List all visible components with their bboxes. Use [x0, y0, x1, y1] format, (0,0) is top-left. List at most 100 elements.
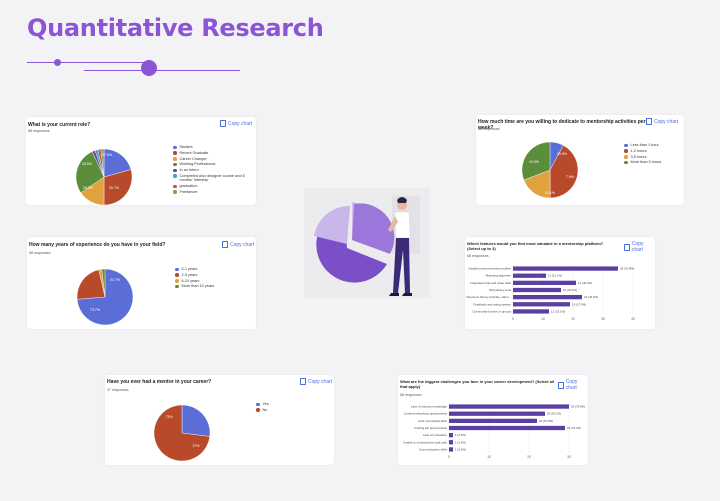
bar	[449, 418, 537, 423]
legend-item: Yes	[256, 402, 296, 406]
slice-label: 73.7%	[90, 308, 100, 312]
card-valuable-features: Which features would you find most valua…	[465, 237, 655, 329]
legend-item: More than 10 years	[175, 284, 245, 289]
response-count: 37 responses	[107, 388, 129, 392]
copy-icon	[220, 120, 226, 127]
response-count: 58 responses	[29, 251, 51, 255]
bar	[449, 404, 569, 409]
legend-item: Working Professional	[173, 162, 253, 167]
tick-label: 30	[567, 455, 571, 459]
bar	[513, 266, 618, 271]
category-label: Lack of practical skills	[418, 419, 448, 423]
bar	[449, 411, 545, 416]
tick-label: 0	[448, 455, 450, 459]
data-label: 23 (44.2%)	[584, 295, 598, 299]
legend-item: 3-5 hours	[624, 155, 684, 159]
decorative-dot-large	[141, 60, 157, 76]
legend-item: 2-5 years	[175, 273, 245, 277]
pie-chart-role: 20.7% 29.3% 15.5% 27.6%	[75, 148, 133, 205]
category-label: Limited networking opportunities	[404, 412, 448, 416]
copy-icon	[222, 241, 228, 248]
card-current-role: What is your current role? 58 responses …	[26, 117, 256, 205]
data-label: 1 (2.6%)	[455, 447, 466, 451]
decorative-dot-small	[54, 59, 61, 66]
pie-chart-illustration	[304, 188, 430, 298]
tick-label: 0	[512, 317, 514, 321]
data-label: 21 (40.4%)	[578, 281, 592, 285]
slice-label: 22.7%	[110, 278, 120, 282]
copy-chart-button[interactable]: Copy chart	[646, 118, 678, 125]
legend-item: Recent Graduate	[173, 151, 253, 155]
data-label: 19 (37.5%)	[572, 302, 586, 306]
decorative-line-top	[27, 62, 152, 63]
legend-item: Career Changer	[173, 157, 253, 161]
bar	[513, 287, 561, 293]
legend: Yes No	[256, 402, 296, 414]
data-label: 35 (70.8%)	[620, 267, 634, 271]
legend-item: No	[256, 408, 296, 412]
legend-item: 0-1 years	[175, 267, 245, 271]
data-label: 1 (2.6%)	[455, 440, 466, 444]
category-label: Community forums or groups	[472, 309, 511, 313]
legend-item: Completed a/ux designer course and 6 mon…	[173, 174, 253, 183]
legend: 0-1 years 2-5 years 6-10 years More than…	[175, 267, 245, 290]
decorative-line-bottom	[84, 70, 240, 71]
category-label: Integrated chat and video calls	[470, 281, 511, 285]
copy-icon	[646, 118, 652, 125]
legend-item: In an Intern	[173, 168, 253, 173]
data-label: 24 (63.2%)	[547, 412, 561, 416]
legend: Student Recent Graduate Career Changer W…	[173, 145, 253, 196]
bar	[449, 425, 565, 431]
question-title: Have you ever had a mentor in your caree…	[107, 379, 212, 385]
slice-label: 19.3%	[529, 160, 539, 164]
legend-item: Freelancer	[173, 190, 253, 194]
slice-label: 29.3%	[83, 186, 93, 190]
bar-chart-challenges: 0 10 20 30 Lack of industry knowledge 30 (78.…	[403, 403, 585, 459]
tick-label: 10	[487, 455, 491, 459]
bar	[513, 295, 582, 300]
copy-chart-button[interactable]: Copy chart	[300, 378, 332, 385]
pie-slice	[181, 404, 211, 437]
bar	[513, 280, 576, 285]
legend-item: graduation	[173, 184, 253, 189]
response-count: 58 responses	[28, 129, 50, 133]
card-mentorship-time: How much time are you willing to dedicat…	[476, 115, 684, 205]
response-count: 58 responses	[478, 127, 500, 131]
slice-label: 15.5%	[82, 162, 92, 166]
data-label: 1 (2.6%)	[455, 433, 466, 437]
category-label: Matching algorithm	[486, 274, 512, 278]
data-label: 22 (57.9%)	[539, 419, 553, 423]
legend-item: 1-2 hours	[624, 149, 684, 153]
slice-label: 30.9%	[557, 152, 567, 156]
bar-chart-features: 0 10 20 30 40 Detailed mentor/mentee profiles…	[466, 265, 635, 321]
slice-label: 20.7%	[109, 186, 119, 190]
data-label: 29 (76.3%)	[567, 426, 581, 430]
tick-label: 40	[631, 317, 635, 321]
tick-label: 30	[601, 317, 605, 321]
tick-label: 20	[571, 317, 575, 321]
tick-label: 20	[527, 455, 531, 459]
slice-label: 7.9%	[566, 175, 574, 179]
category-label: Unable to choosing the right path	[403, 440, 447, 444]
slice-label: 27%	[192, 444, 199, 448]
slice-label: 42.1%	[545, 191, 555, 195]
question-title: What is your current role?	[28, 122, 91, 128]
card-had-mentor: Have you ever had a mentor in your caree…	[105, 375, 334, 465]
legend-item: Student	[173, 145, 253, 149]
bar	[449, 440, 453, 445]
card-years-experience: How many years of experience do you have…	[27, 237, 256, 329]
bar	[513, 273, 546, 278]
pie-chart-time: 7.9% 42.1% 19.3% 30.9%	[521, 141, 579, 199]
legend-item: More than 5 hours	[624, 160, 684, 165]
pie-chart-experience: 73.7% 22.7%	[76, 268, 134, 326]
category-label: Lack of industry knowledge	[411, 405, 448, 409]
question-title: How many years of experience do you have…	[29, 242, 166, 248]
legend: Less than 1 hour 1-2 hours 3-5 hours Mor…	[624, 143, 684, 166]
copy-chart-button[interactable]: Copy chart	[222, 241, 254, 248]
card-career-challenges: What are the biggest challenges you face…	[398, 375, 588, 465]
category-label: Resource library (articles, video...	[466, 295, 511, 299]
bar	[513, 309, 549, 314]
data-label: 30 (78.9%)	[571, 405, 585, 409]
copy-chart-button[interactable]: Copy chart	[220, 120, 252, 127]
pie-chart-mentor: 73% 27%	[153, 404, 211, 462]
